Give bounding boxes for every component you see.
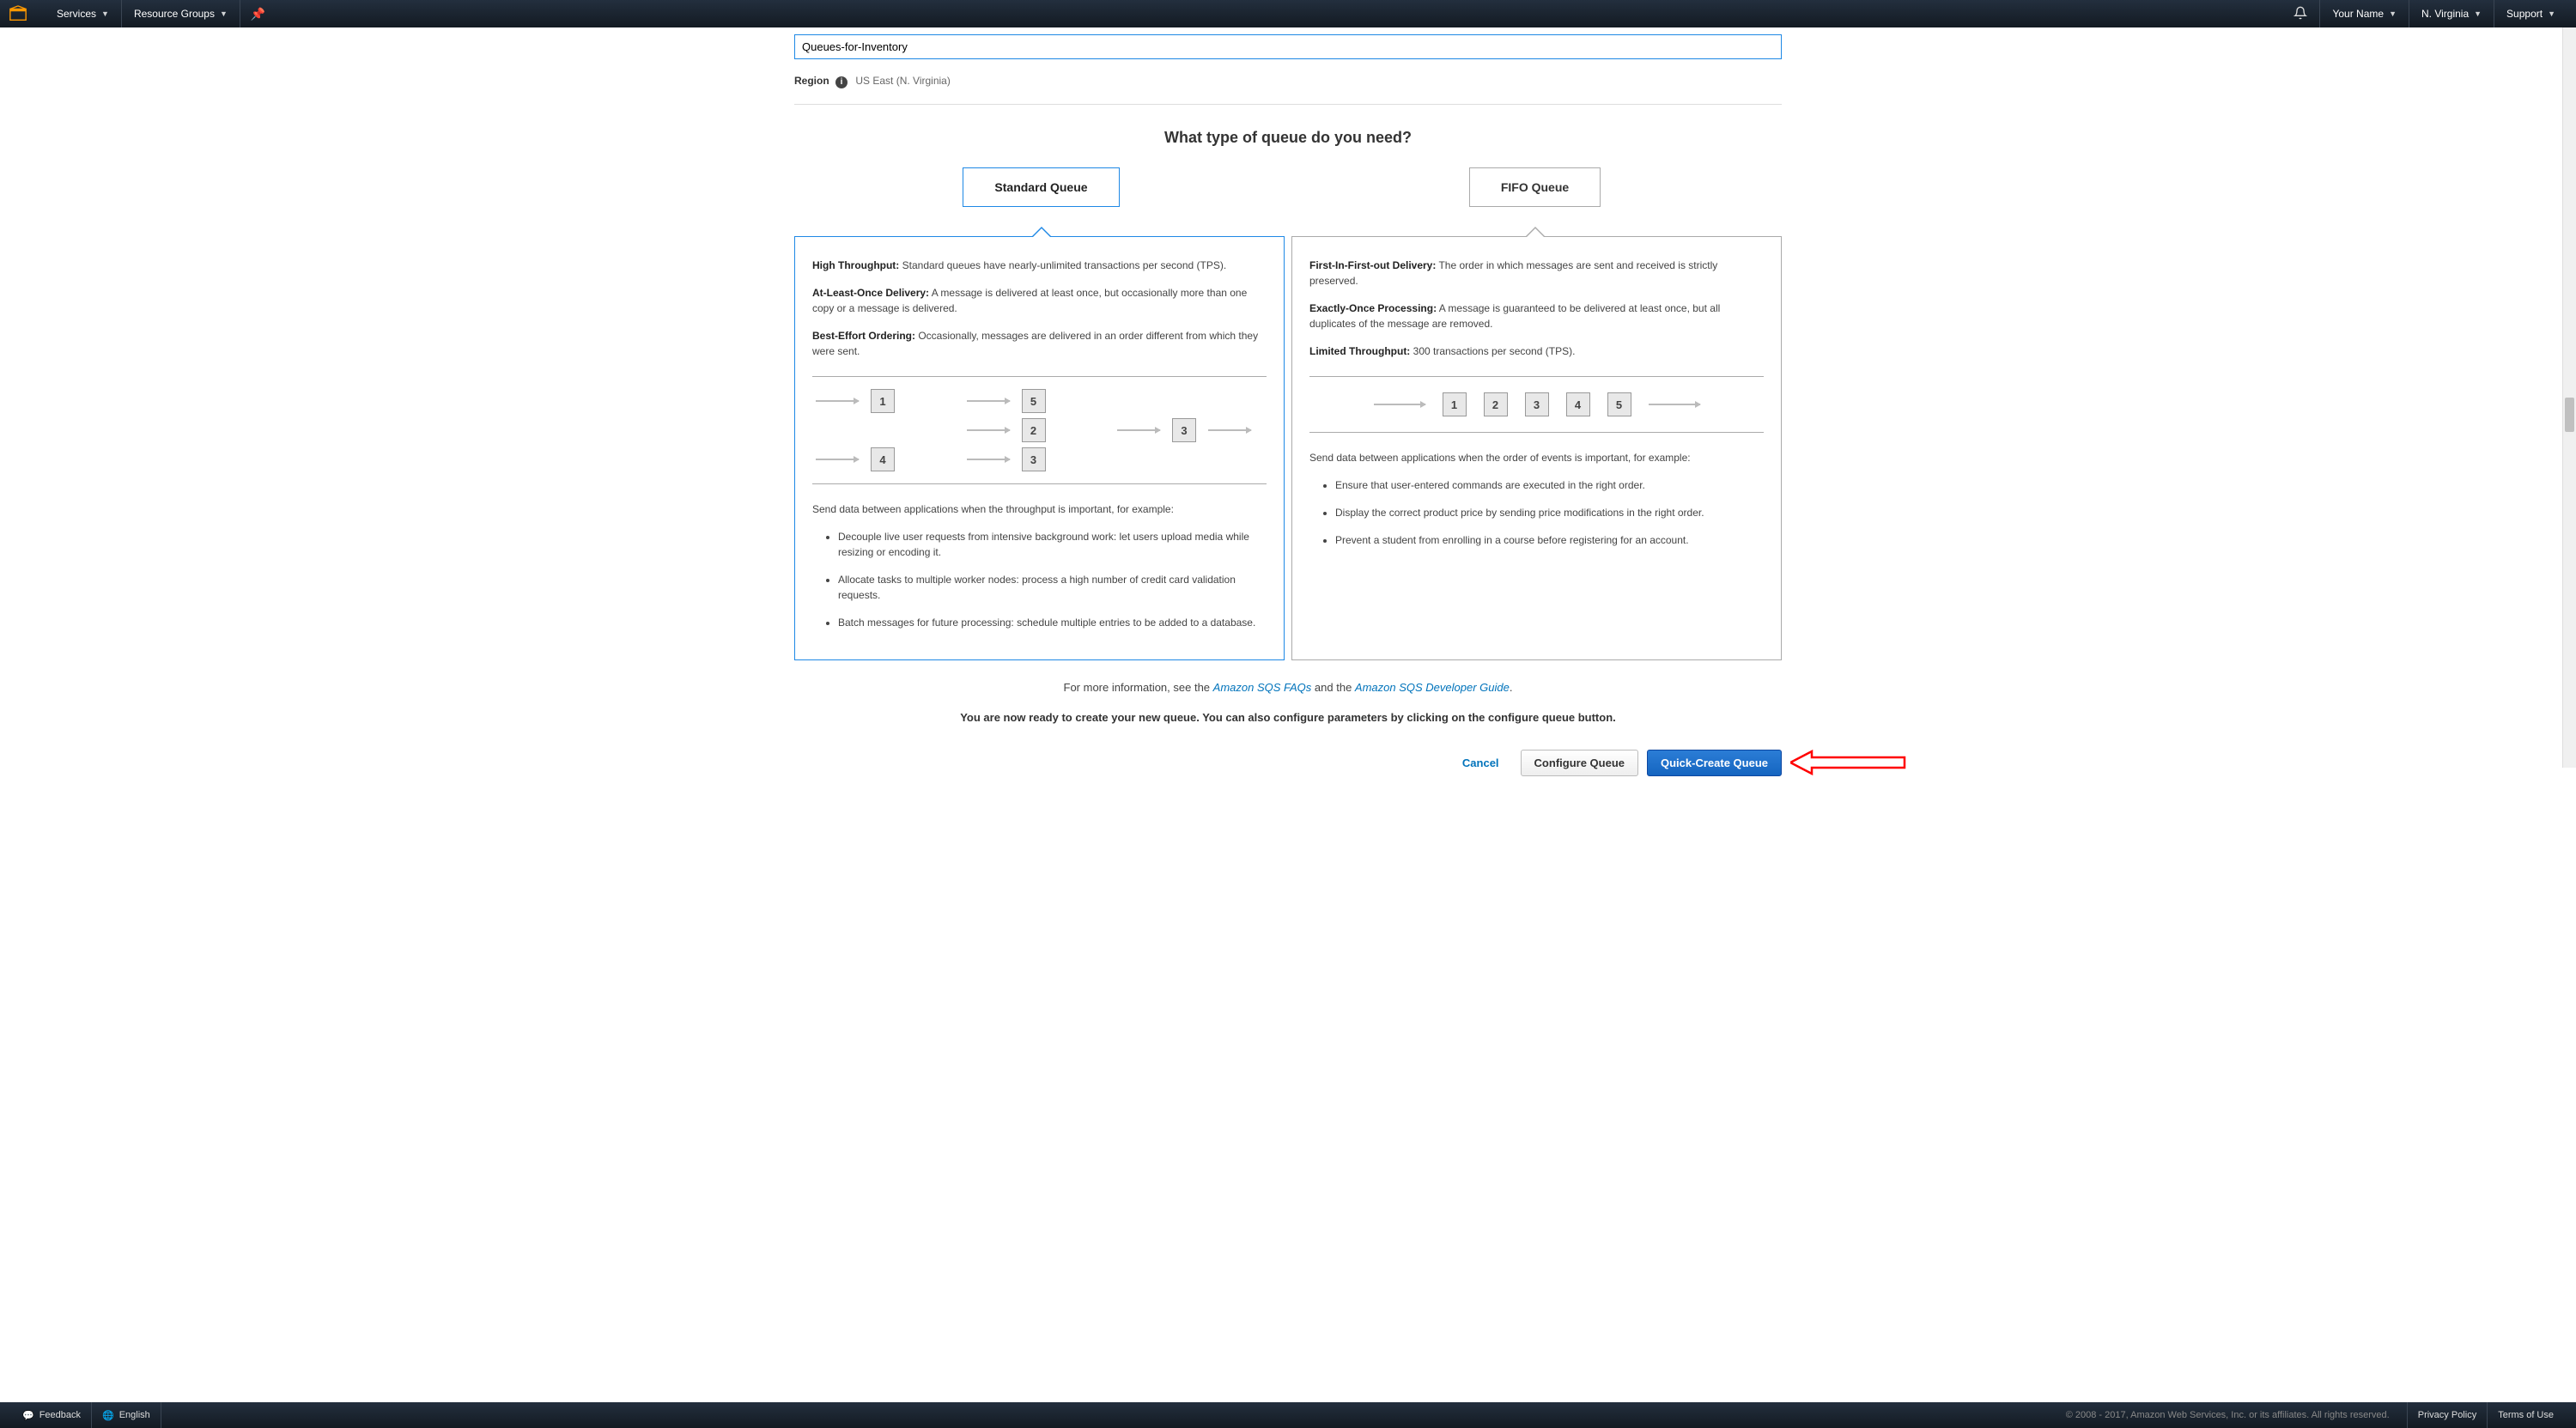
nav-region[interactable]: N. Virginia ▼	[2409, 0, 2494, 27]
msg-box: 2	[1022, 418, 1046, 442]
std-best-effort: Best-Effort Ordering: Occasionally, mess…	[812, 328, 1267, 359]
std-bullets: Decouple live user requests from intensi…	[812, 529, 1267, 630]
info-icon[interactable]: i	[835, 76, 848, 88]
region-value: US East (N. Virginia)	[855, 75, 950, 87]
nav-region-label: N. Virginia	[2421, 8, 2469, 20]
fifo-queue-label: FIFO Queue	[1501, 180, 1569, 194]
arrow-icon	[967, 400, 1010, 402]
std-use-intro: Send data between applications when the …	[812, 501, 1267, 517]
globe-icon: 🌐	[102, 1410, 114, 1421]
nav-support-label: Support	[2506, 8, 2543, 20]
chevron-down-icon: ▼	[2389, 9, 2397, 18]
nav-services[interactable]: Services ▼	[45, 0, 122, 27]
queue-type-panels: High Throughput: Standard queues have ne…	[794, 236, 1782, 660]
copyright-text: © 2008 - 2017, Amazon Web Services, Inc.…	[2066, 1410, 2390, 1420]
bell-icon[interactable]	[2281, 6, 2319, 22]
pin-icon[interactable]: 📌	[240, 7, 276, 21]
standard-diagram: 1 4 5 2 3	[812, 376, 1267, 484]
dev-guide-link[interactable]: Amazon SQS Developer Guide	[1355, 681, 1510, 694]
queue-name-input[interactable]	[794, 34, 1782, 59]
configure-queue-button[interactable]: Configure Queue	[1521, 750, 1638, 776]
scrollbar[interactable]	[2562, 27, 2576, 768]
cancel-button[interactable]: Cancel	[1449, 750, 1512, 775]
arrow-icon	[1374, 404, 1425, 405]
chevron-down-icon: ▼	[220, 9, 228, 18]
msg-box: 4	[871, 447, 895, 471]
msg-box: 1	[871, 389, 895, 413]
arrow-icon	[967, 429, 1010, 431]
list-item: Display the correct product price by sen…	[1335, 505, 1764, 520]
terms-of-use-link[interactable]: Terms of Use	[2487, 1402, 2564, 1428]
nav-resource-groups-label: Resource Groups	[134, 8, 215, 20]
arrow-icon	[816, 459, 859, 460]
fifo-throughput: Limited Throughput: 300 transactions per…	[1309, 343, 1764, 359]
ready-text: You are now ready to create your new que…	[794, 711, 1782, 724]
standard-queue-toggle[interactable]: Standard Queue	[963, 167, 1119, 207]
info-text: For more information, see the Amazon SQS…	[794, 681, 1782, 694]
speech-bubble-icon: 💬	[22, 1410, 34, 1421]
queue-type-heading: What type of queue do you need?	[794, 129, 1782, 147]
arrow-icon	[967, 459, 1010, 460]
nav-username[interactable]: Your Name ▼	[2319, 0, 2409, 27]
arrow-icon	[1649, 404, 1700, 405]
msg-box: 1	[1443, 392, 1467, 416]
msg-box: 3	[1525, 392, 1549, 416]
divider	[794, 104, 1782, 105]
list-item: Allocate tasks to multiple worker nodes:…	[838, 572, 1267, 603]
top-nav: Services ▼ Resource Groups ▼ 📌 Your Name…	[0, 0, 2576, 27]
standard-queue-panel: High Throughput: Standard queues have ne…	[794, 236, 1285, 660]
aws-logo-icon[interactable]	[9, 4, 27, 23]
list-item: Decouple live user requests from intensi…	[838, 529, 1267, 560]
fifo-diagram: 1 2 3 4 5	[1309, 376, 1764, 433]
unselected-arrow-icon	[1525, 227, 1546, 237]
msg-box: 2	[1484, 392, 1508, 416]
nav-support[interactable]: Support ▼	[2494, 0, 2567, 27]
msg-box: 4	[1566, 392, 1590, 416]
standard-queue-label: Standard Queue	[994, 180, 1087, 194]
nav-services-label: Services	[57, 8, 96, 20]
action-buttons: Cancel Configure Queue Quick-Create Queu…	[794, 750, 1782, 776]
annotation-arrow-icon	[1790, 750, 1906, 775]
nav-username-label: Your Name	[2332, 8, 2384, 20]
arrow-icon	[1117, 429, 1160, 431]
chevron-down-icon: ▼	[2548, 9, 2555, 18]
quick-create-queue-button[interactable]: Quick-Create Queue	[1647, 750, 1782, 776]
msg-box: 5	[1607, 392, 1631, 416]
fifo-exactly-once: Exactly-Once Processing: A message is gu…	[1309, 301, 1764, 331]
fifo-bullets: Ensure that user-entered commands are ex…	[1309, 477, 1764, 548]
arrow-icon	[1208, 429, 1251, 431]
std-high-throughput: High Throughput: Standard queues have ne…	[812, 258, 1267, 273]
privacy-policy-link[interactable]: Privacy Policy	[2407, 1402, 2487, 1428]
list-item: Prevent a student from enrolling in a co…	[1335, 532, 1764, 548]
list-item: Batch messages for future processing: sc…	[838, 615, 1267, 630]
chevron-down-icon: ▼	[2474, 9, 2482, 18]
arrow-icon	[816, 400, 859, 402]
msg-box: 5	[1022, 389, 1046, 413]
footer: 💬 Feedback 🌐 English © 2008 - 2017, Amaz…	[0, 1402, 2576, 1428]
list-item: Ensure that user-entered commands are ex…	[1335, 477, 1764, 493]
queue-type-toggle-row: Standard Queue FIFO Queue	[794, 167, 1782, 236]
chevron-down-icon: ▼	[101, 9, 109, 18]
selected-arrow-icon	[1031, 227, 1052, 237]
msg-box: 3	[1022, 447, 1046, 471]
std-at-least-once: At-Least-Once Delivery: A message is del…	[812, 285, 1267, 316]
faqs-link[interactable]: Amazon SQS FAQs	[1213, 681, 1312, 694]
msg-box: 3	[1172, 418, 1196, 442]
fifo-delivery: First-In-First-out Delivery: The order i…	[1309, 258, 1764, 289]
scrollbar-thumb[interactable]	[2565, 398, 2574, 432]
region-label: Region	[794, 75, 829, 87]
fifo-queue-panel: First-In-First-out Delivery: The order i…	[1291, 236, 1782, 660]
language-selector[interactable]: 🌐 English	[92, 1402, 161, 1428]
feedback-link[interactable]: 💬 Feedback	[12, 1402, 92, 1428]
nav-resource-groups[interactable]: Resource Groups ▼	[122, 0, 240, 27]
fifo-use-intro: Send data between applications when the …	[1309, 450, 1764, 465]
region-row: Region i US East (N. Virginia)	[794, 75, 1782, 88]
fifo-queue-toggle[interactable]: FIFO Queue	[1469, 167, 1601, 207]
